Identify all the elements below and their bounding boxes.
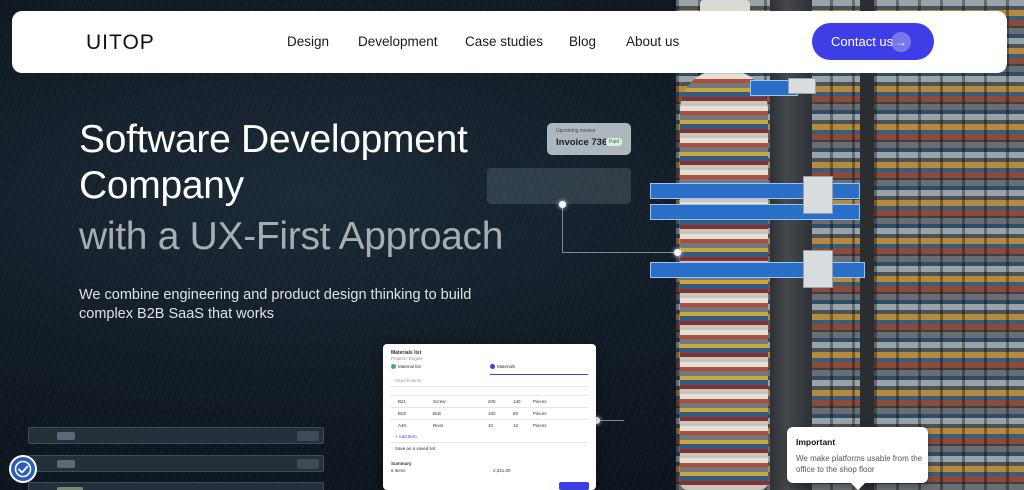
- save-list-title: Save as a saved list: [395, 446, 436, 451]
- hero-title-line-1: Software Development: [79, 118, 468, 161]
- pier: [770, 0, 812, 490]
- form-subtitle: Project / Engine: [391, 356, 423, 361]
- side-row: [28, 427, 324, 444]
- step-progress: [490, 374, 588, 375]
- top-navbar: UITOP Design Development Case studies Bl…: [12, 11, 1007, 73]
- accessibility-icon: [14, 460, 32, 478]
- invoice-title: Invoice 736: [556, 137, 608, 148]
- row-action-button: [297, 431, 319, 441]
- contact-us-label: Contact us: [831, 34, 894, 49]
- crane-cabin: [803, 250, 833, 288]
- crane-cabin: [803, 176, 833, 214]
- cell: 80: [513, 411, 519, 416]
- search-input: Search items: [395, 378, 422, 383]
- cell: Rivet: [433, 423, 444, 428]
- hero-title-line-2: Company: [79, 164, 244, 207]
- important-title: Important: [796, 437, 836, 447]
- divider: [391, 419, 588, 420]
- cell: 150: [488, 411, 496, 416]
- cargo-ship: [680, 70, 768, 490]
- form-step-2: Materials: [497, 364, 516, 369]
- hero-subtitle: We combine engineering and product desig…: [79, 287, 472, 322]
- nav-link-design[interactable]: Design: [287, 34, 329, 49]
- step-active-icon: [490, 364, 495, 369]
- connector-line: [562, 252, 678, 253]
- cell: Pieces: [533, 411, 547, 416]
- connector-line: [562, 204, 563, 252]
- cell: 140: [513, 399, 521, 404]
- ghost-card: [487, 168, 631, 204]
- nav-link-blog[interactable]: Blog: [569, 34, 596, 49]
- cell: B22: [398, 411, 407, 416]
- invoice-status-badge: Paid: [606, 138, 623, 146]
- cell: B21: [398, 399, 407, 404]
- row-tag: [57, 432, 75, 440]
- add-item-link: + Add Item: [395, 434, 417, 439]
- cell: 10: [488, 423, 494, 428]
- connector-line: [596, 420, 624, 421]
- cell: Pieces: [533, 423, 547, 428]
- nav-link-development[interactable]: Development: [358, 34, 438, 49]
- materials-form-mockup: Materials list Project / Engine Material…: [383, 344, 596, 490]
- form-step-1: Material list: [398, 364, 421, 369]
- accessibility-button[interactable]: [9, 455, 37, 483]
- items-count: 6 items: [391, 468, 406, 473]
- cell: Pieces: [533, 399, 547, 404]
- hero-title-line-3: with a UX-First Approach: [79, 215, 504, 258]
- divider: [391, 395, 588, 396]
- divider: [391, 386, 588, 387]
- contact-us-button[interactable]: Contact us →: [812, 23, 934, 60]
- important-tooltip-card: Important We make platforms usable from …: [787, 427, 928, 490]
- divider: [391, 407, 588, 408]
- row-tag: [57, 460, 75, 468]
- cell: Screw: [433, 399, 446, 404]
- logo[interactable]: UITOP: [86, 31, 155, 55]
- nav-link-case-studies[interactable]: Case studies: [465, 34, 543, 49]
- invoice-caption: Upcoming invoice: [556, 128, 596, 134]
- total-value: 2,341.00: [493, 468, 511, 473]
- nav-link-about-us[interactable]: About us: [626, 34, 679, 49]
- connector-dot: [674, 249, 681, 256]
- divider: [391, 442, 588, 443]
- invoice-chip: Upcoming invoice Invoice 736 Paid: [547, 123, 631, 155]
- row-action-button: [297, 459, 319, 469]
- summary-label: Summary: [391, 461, 412, 466]
- cell: Bolt: [433, 411, 441, 416]
- cell: 200: [488, 399, 496, 404]
- side-row: [28, 455, 324, 472]
- step-done-icon: [391, 364, 396, 369]
- form-submit-button: [559, 482, 589, 490]
- connector-dot: [559, 201, 566, 208]
- cell: 12: [513, 423, 519, 428]
- cell: A40: [398, 423, 407, 428]
- side-row: [28, 482, 324, 490]
- crane-cabin: [788, 78, 816, 94]
- important-body: We make platforms usable from the office…: [796, 454, 923, 474]
- arrow-right-icon: →: [891, 32, 911, 52]
- port-road: [860, 0, 874, 490]
